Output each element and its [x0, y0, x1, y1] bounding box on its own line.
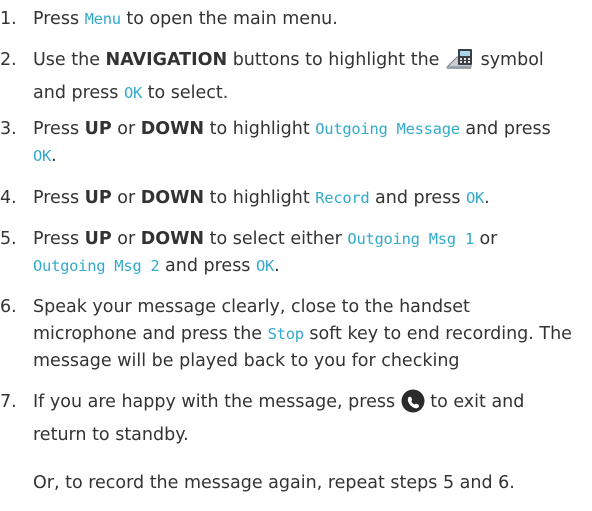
step-text: Press UP or DOWN to select either Outgoi…: [33, 229, 498, 276]
lcd-text-outgoing-msg-1: Outgoing Msg 1: [347, 230, 474, 248]
step-2: 2. Use the NAVIGATION buttons to highlig…: [0, 47, 592, 107]
key-up: UP: [84, 119, 112, 139]
lcd-text-ok: OK: [33, 147, 52, 165]
lcd-text-ok: OK: [256, 257, 275, 275]
lcd-text-outgoing-message: Outgoing Message: [315, 120, 460, 138]
step-6: 6. Speak your message clearly, close to …: [0, 294, 592, 375]
key-up: UP: [84, 188, 112, 208]
step-text: Press UP or DOWN to highlight Outgoing M…: [33, 119, 551, 166]
step-4: 4. Press UP or DOWN to highlight Record …: [0, 185, 592, 212]
step-text: Press UP or DOWN to highlight Record and…: [33, 188, 490, 208]
step-text: Press Menu to open the main menu.: [33, 9, 338, 29]
key-down: DOWN: [140, 119, 205, 139]
key-down: DOWN: [140, 188, 205, 208]
step-3: 3. Press UP or DOWN to highlight Outgoin…: [0, 116, 592, 170]
lcd-text-record: Record: [315, 189, 370, 207]
end-call-icon: [401, 389, 425, 422]
lcd-text-ok: OK: [466, 189, 485, 207]
key-up: UP: [84, 229, 112, 249]
step-number: 1.: [0, 9, 17, 29]
step-5: 5. Press UP or DOWN to select either Out…: [0, 226, 592, 280]
step-text: If you are happy with the message, press…: [33, 389, 578, 449]
step-text: Speak your message clearly, close to the…: [33, 297, 572, 371]
messaging-symbol-icon: [445, 47, 475, 80]
lcd-text-outgoing-msg-2: Outgoing Msg 2: [33, 257, 160, 275]
step-text: Use the NAVIGATION buttons to highlight …: [33, 47, 578, 107]
key-down: DOWN: [140, 229, 205, 249]
step-1: 1. Press Menu to open the main menu.: [0, 6, 592, 33]
note-text: Or, to record the message again, repeat …: [33, 473, 515, 493]
lcd-text-ok: OK: [123, 84, 143, 102]
step-number: 2.: [0, 50, 17, 70]
step-7: 7. If you are happy with the message, pr…: [0, 389, 592, 449]
step-number: 7.: [0, 392, 17, 412]
step-number: 5.: [0, 229, 17, 249]
step-number: 3.: [0, 119, 17, 139]
step-7-note: Or, to record the message again, repeat …: [0, 470, 592, 497]
lcd-text-menu: Menu: [84, 10, 121, 28]
step-number: 6.: [0, 297, 17, 317]
step-number: 4.: [0, 188, 17, 208]
instruction-page: 1. Press Menu to open the main menu. 2. …: [0, 0, 592, 511]
lcd-text-stop: Stop: [267, 325, 304, 343]
key-navigation: NAVIGATION: [105, 50, 228, 70]
